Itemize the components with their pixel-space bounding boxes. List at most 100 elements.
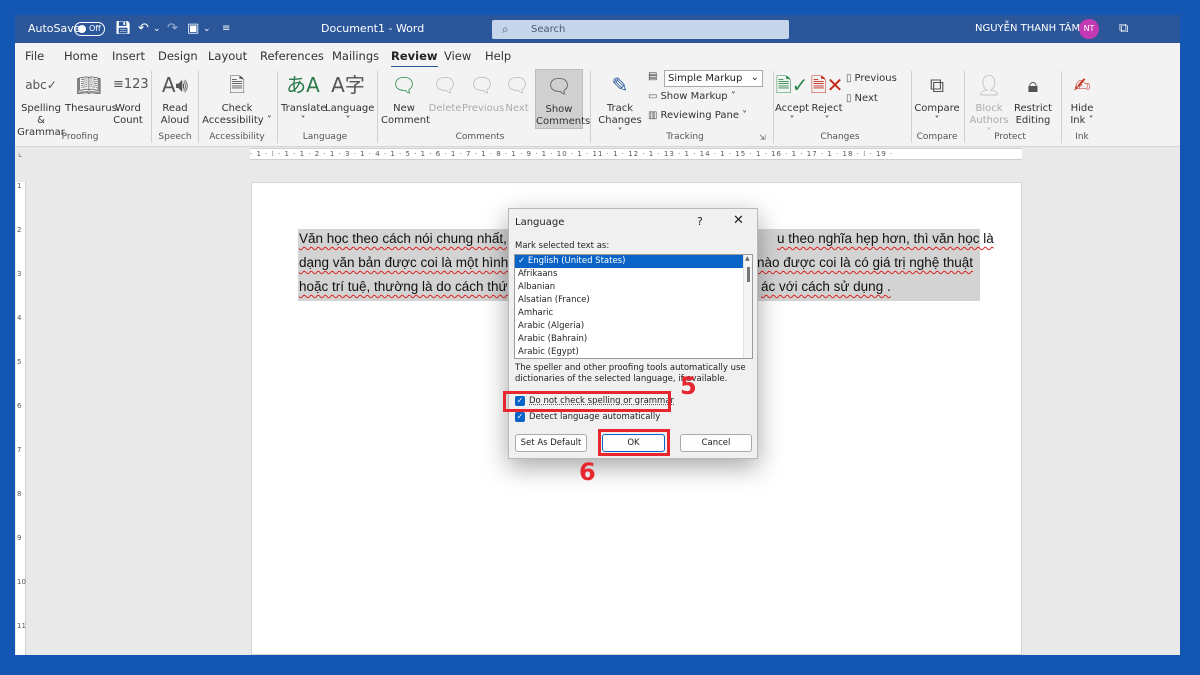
group-language: Language	[302, 132, 348, 142]
show-comments-button[interactable]: 🗨︎ Show Comments	[535, 69, 590, 129]
markup-display-select[interactable]: Simple Markup ⌄	[664, 70, 763, 87]
detect-language-checkbox[interactable]: ✓	[515, 412, 525, 422]
show-markup-button[interactable]: ▭ Show Markup ˅	[648, 91, 736, 102]
delete-comment-button[interactable]: 🗨︎ Delete	[428, 69, 462, 115]
tab-help[interactable]: Help	[485, 49, 511, 63]
vruler-mark: 10	[17, 578, 26, 586]
vertical-ruler[interactable]: 1 2 3 4 5 6 7 8 9 10 11	[16, 182, 26, 655]
hide-ink-label-2: Ink ˅	[1070, 115, 1094, 126]
hide-ink-label-1: Hide	[1070, 103, 1094, 114]
language-icon: A字	[331, 73, 365, 97]
tracking-launcher-icon[interactable]: ⇲	[759, 133, 766, 142]
ribbon-separator	[277, 71, 278, 143]
ribbon-display-icon[interactable]: ⧉	[1119, 21, 1128, 36]
language-option[interactable]: Albanian	[515, 281, 752, 294]
vruler-mark: 4	[17, 314, 22, 322]
previous-change-button[interactable]: ▯ Previous	[846, 73, 897, 84]
horizontal-ruler[interactable]: · 1 · ⁞ · 1 · 1 · 2 · 1 · 3 · 1 · 4 · 1 …	[250, 148, 1022, 160]
accept-icon: 🗎✓	[775, 73, 809, 97]
touch-mode-icon[interactable]: ▣	[187, 21, 199, 36]
language-button[interactable]: A字 Language ˅	[325, 69, 374, 127]
vruler-mark: 3	[17, 270, 22, 278]
language-option[interactable]: Alsatian (France)	[515, 294, 752, 307]
cancel-button[interactable]: Cancel	[680, 434, 752, 452]
touch-dropdown-icon[interactable]: ⌄	[203, 24, 211, 34]
previous-comment-button[interactable]: 🗨︎ Previous	[462, 69, 504, 115]
highlight-box-step5	[503, 391, 671, 412]
word-count-button[interactable]: ≡123 Word Count	[113, 69, 149, 127]
group-changes: Changes	[820, 132, 860, 142]
block-authors-button[interactable]: 👤︎ Block Authors ˅	[968, 69, 1010, 139]
tab-layout[interactable]: Layout	[208, 49, 247, 63]
language-option[interactable]: Amharic	[515, 307, 752, 320]
scroll-up-icon[interactable]: ▲	[745, 255, 750, 262]
tab-mailings[interactable]: Mailings	[332, 49, 379, 63]
list-scrollbar[interactable]: ▲	[743, 255, 752, 358]
check-accessibility-button[interactable]: 🗎 Check Accessibility ˅	[201, 69, 273, 127]
step-number-5: 5	[680, 372, 697, 400]
toggle-knob-icon	[78, 25, 86, 33]
undo-icon[interactable]: ↶	[138, 21, 149, 36]
thesaurus-icon: 📖︎	[76, 73, 102, 97]
ribbon-separator	[151, 71, 152, 143]
track-label-2: Changes ˅	[598, 115, 642, 138]
reviewing-pane-button[interactable]: ▥ Reviewing Pane ˅	[648, 110, 747, 121]
set-as-default-button[interactable]: Set As Default	[515, 434, 587, 452]
tab-review[interactable]: Review	[391, 49, 438, 68]
autosave-toggle[interactable]: Off	[74, 22, 105, 36]
hide-ink-button[interactable]: ✍︎ Hide Ink ˅	[1065, 69, 1099, 127]
markup-display-icon: ▤	[648, 71, 658, 82]
spelling-grammar-button[interactable]: abc✓ Spelling & Grammar	[17, 69, 65, 139]
customize-qat-icon[interactable]: ≡	[222, 23, 230, 34]
language-option[interactable]: Arabic (Egypt)	[515, 346, 752, 358]
language-option-english-us[interactable]: ✓ English (United States)	[515, 255, 752, 268]
tab-selector-icon[interactable]: ⌞	[18, 149, 22, 159]
avatar[interactable]: NT	[1079, 19, 1099, 39]
search-box[interactable]: ⌕ Search	[492, 20, 789, 39]
language-option[interactable]: Arabic (Bahrain)	[515, 333, 752, 346]
ribbon-separator	[911, 71, 912, 143]
ribbon-separator	[377, 71, 378, 143]
detect-language-label[interactable]: Detect language automatically	[529, 412, 660, 422]
document-line-2a: dạng văn bản được coi là một hình	[299, 255, 509, 270]
new-comment-button[interactable]: 🗨︎ New Comment	[381, 69, 430, 127]
ribbon-separator	[590, 71, 591, 143]
track-changes-button[interactable]: ✎ Track Changes ˅	[595, 69, 645, 139]
delete-comment-icon: 🗨︎	[432, 73, 458, 97]
close-icon[interactable]: ✕	[733, 213, 744, 228]
block-authors-icon: 👤︎	[976, 73, 1002, 97]
menu-tabs: File Home Insert Design Layout Reference…	[15, 43, 1180, 68]
read-aloud-button[interactable]: A🔊︎ Read Aloud	[155, 69, 195, 127]
tab-home[interactable]: Home	[64, 49, 98, 63]
next-change-label: Next	[854, 93, 878, 104]
save-icon[interactable]: 💾︎	[115, 21, 132, 36]
redo-icon[interactable]: ↷	[167, 21, 178, 36]
autosave-label: AutoSave	[28, 22, 81, 35]
language-dropdown-icon: ˅	[345, 115, 351, 126]
search-icon: ⌕	[502, 22, 509, 36]
tab-file[interactable]: File	[25, 49, 44, 63]
restrict-editing-button[interactable]: 🔒︎ Restrict Editing	[1011, 69, 1055, 127]
tab-insert[interactable]: Insert	[112, 49, 145, 63]
language-option[interactable]: Afrikaans	[515, 268, 752, 281]
accept-label: Accept	[775, 103, 810, 114]
translate-button[interactable]: あA Translate ˅	[281, 69, 326, 127]
accept-button[interactable]: 🗎✓ Accept ˅	[775, 69, 809, 127]
undo-dropdown-icon[interactable]: ⌄	[153, 24, 161, 34]
scroll-thumb[interactable]	[747, 267, 750, 282]
compare-button[interactable]: ⧉ Compare ˅	[914, 69, 960, 127]
language-option[interactable]: Arabic (Algeria)	[515, 320, 752, 333]
next-label: Next	[505, 103, 529, 114]
next-comment-button[interactable]: 🗨︎ Next	[502, 69, 532, 115]
document-line-3a: hoặc trí tuệ, thường là do cách thức	[299, 279, 515, 294]
reject-button[interactable]: 🗎✕ Reject ˅	[810, 69, 844, 127]
language-list[interactable]: ✓ English (United States) Afrikaans Alba…	[514, 254, 753, 359]
thesaurus-button[interactable]: 📖︎ Thesaurus	[65, 69, 117, 115]
tab-design[interactable]: Design	[158, 49, 198, 63]
new-comment-label-2: Comment	[381, 115, 430, 126]
help-icon[interactable]: ?	[697, 215, 703, 228]
show-markup-icon: ▭	[648, 91, 658, 102]
tab-references[interactable]: References	[260, 49, 324, 63]
next-change-button[interactable]: ▯ Next	[846, 93, 878, 104]
tab-view[interactable]: View	[444, 49, 471, 63]
